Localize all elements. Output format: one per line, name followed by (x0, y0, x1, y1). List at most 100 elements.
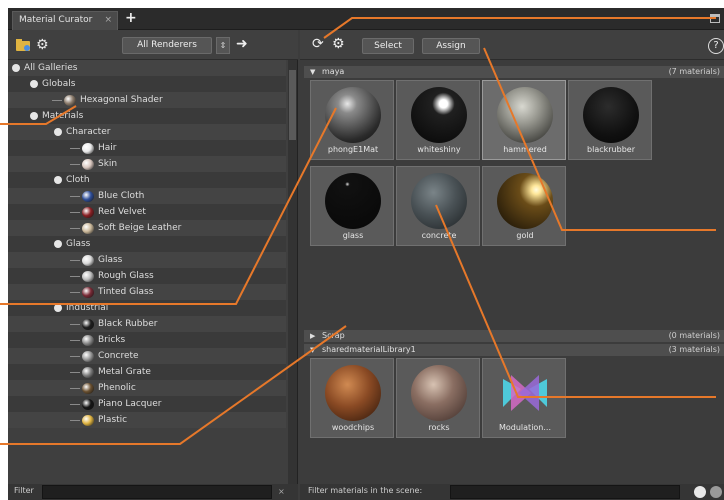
material-tile[interactable]: concrete (396, 166, 480, 246)
options-icon[interactable] (710, 486, 722, 498)
material-tile-label: hammered (503, 145, 547, 154)
tree-material-row[interactable]: Glass (8, 252, 286, 268)
refresh-icon[interactable]: ⟳ (312, 36, 324, 52)
tree-scrollbar[interactable] (288, 60, 297, 484)
material-curator-window: Material Curator × + ⚙ All Renderers ⇕ ➜… (8, 8, 724, 500)
material-tile[interactable]: blackrubber (568, 80, 652, 160)
tree-group-row[interactable]: Materials (8, 108, 286, 124)
tree-material-row[interactable]: Plastic (8, 412, 286, 428)
tree-material-row[interactable]: Piano Lacquer (8, 396, 286, 412)
tree-row-label: Blue Cloth (98, 191, 145, 201)
arrow-right-icon[interactable]: ➜ (236, 36, 248, 52)
expand-toggle-icon[interactable] (54, 304, 62, 312)
tree-material-row[interactable]: Hexagonal Shader (8, 92, 286, 108)
tree-group-row[interactable]: Cloth (8, 172, 286, 188)
material-swatch-icon (64, 95, 76, 106)
right-toolbar: ⟳ ⚙ Select Assign ? (300, 30, 724, 60)
tree-group-row[interactable]: Glass (8, 236, 286, 252)
collapse-triangle-icon[interactable]: ▼ (310, 344, 315, 356)
expand-toggle-icon[interactable] (54, 240, 62, 248)
material-tile[interactable]: woodchips (310, 358, 394, 438)
tree-row-label: Phenolic (98, 383, 136, 393)
scene-filter-input[interactable] (450, 485, 680, 499)
group-header[interactable]: ▼ sharedmaterialLibrary1 (3 materials) (304, 344, 724, 356)
material-sphere-preview (325, 173, 381, 229)
add-tab-icon[interactable]: + (125, 10, 137, 26)
material-swatch-icon (82, 191, 94, 202)
help-icon[interactable]: ? (708, 38, 724, 54)
tree-row-label: Cloth (66, 175, 90, 185)
material-swatch-icon (82, 351, 94, 362)
tab-material-curator[interactable]: Material Curator × (12, 11, 118, 30)
tree-material-row[interactable]: Skin (8, 156, 286, 172)
group-header[interactable]: ▶ Scrap (0 materials) (304, 330, 724, 342)
expand-toggle-icon[interactable] (12, 64, 20, 72)
tree-row-label: Hexagonal Shader (80, 95, 163, 105)
material-tile-label: concrete (421, 231, 457, 240)
tree-material-row[interactable]: Tinted Glass (8, 284, 286, 300)
tree-filter-bar: Filter × (8, 484, 298, 500)
tree-row-label: Soft Beige Leather (98, 223, 182, 233)
material-tile[interactable]: rocks (396, 358, 480, 438)
tree-material-row[interactable]: Red Velvet (8, 204, 286, 220)
material-swatch-icon (82, 159, 94, 170)
expand-toggle-icon[interactable] (54, 176, 62, 184)
material-sphere-preview (583, 87, 639, 143)
tree-material-row[interactable]: Blue Cloth (8, 188, 286, 204)
select-button[interactable]: Select (362, 38, 414, 54)
material-swatch-icon (82, 383, 94, 394)
scene-filter-icon[interactable] (694, 486, 706, 498)
tree-row-label: Materials (42, 111, 84, 121)
tree-material-row[interactable]: Hair (8, 140, 286, 156)
tree-material-row[interactable]: Black Rubber (8, 316, 286, 332)
group-header[interactable]: ▼ maya (7 materials) (304, 66, 724, 78)
expand-triangle-icon[interactable]: ▶ (310, 330, 315, 342)
assign-button[interactable]: Assign (422, 38, 480, 54)
tree-connector (52, 100, 62, 101)
expand-toggle-icon[interactable] (30, 80, 38, 88)
tree-group-row[interactable]: Character (8, 124, 286, 140)
title-bar: Material Curator × + (8, 8, 724, 30)
tree-row-label: Metal Grate (98, 367, 151, 377)
material-tile[interactable]: Modulation... (482, 358, 566, 438)
tree-group-row[interactable]: Industrial (8, 300, 286, 316)
group-name: maya (322, 67, 345, 76)
collapse-triangle-icon[interactable]: ▼ (310, 66, 315, 78)
tree-material-row[interactable]: Rough Glass (8, 268, 286, 284)
gear-icon[interactable]: ⚙ (332, 36, 345, 52)
maximize-icon[interactable] (710, 14, 720, 23)
tree-row-label: Industrial (66, 303, 109, 313)
material-tile[interactable]: phongE1Mat (310, 80, 394, 160)
material-tile[interactable]: hammered (482, 80, 566, 160)
tree-group-row[interactable]: Globals (8, 76, 286, 92)
tree-material-row[interactable]: Concrete (8, 348, 286, 364)
tree-filter-input[interactable] (42, 485, 272, 499)
material-tile[interactable]: glass (310, 166, 394, 246)
folder-icon[interactable] (16, 37, 32, 53)
renderer-spinner[interactable]: ⇕ (216, 37, 230, 54)
tree-row-label: Piano Lacquer (98, 399, 162, 409)
tree-material-row[interactable]: Soft Beige Leather (8, 220, 286, 236)
clear-filter-icon[interactable]: × (278, 487, 285, 496)
tree-material-row[interactable]: Metal Grate (8, 364, 286, 380)
expand-toggle-icon[interactable] (54, 128, 62, 136)
expand-toggle-icon[interactable] (30, 112, 38, 120)
tree-row-label: Skin (98, 159, 118, 169)
tree-connector (70, 324, 80, 325)
material-tile-label: whiteshiny (417, 145, 461, 154)
material-tile-label: glass (342, 231, 364, 240)
tree-material-row[interactable]: Phenolic (8, 380, 286, 396)
tab-close-icon[interactable]: × (104, 12, 112, 29)
tree-row-label: Hair (98, 143, 117, 153)
renderer-dropdown[interactable]: All Renderers (122, 37, 212, 54)
material-tile[interactable]: whiteshiny (396, 80, 480, 160)
gear-icon[interactable]: ⚙ (36, 37, 52, 53)
tree-material-row[interactable]: Bricks (8, 332, 286, 348)
tree-group-row[interactable]: All Galleries (8, 60, 286, 76)
group-name: sharedmaterialLibrary1 (322, 345, 416, 354)
tree-connector (70, 148, 80, 149)
gallery-tree: All Galleries Globals Hexagonal Shader Mate… (8, 60, 286, 484)
tree-row-label: Bricks (98, 335, 126, 345)
tree-row-label: All Galleries (24, 63, 78, 73)
material-tile[interactable]: gold (482, 166, 566, 246)
